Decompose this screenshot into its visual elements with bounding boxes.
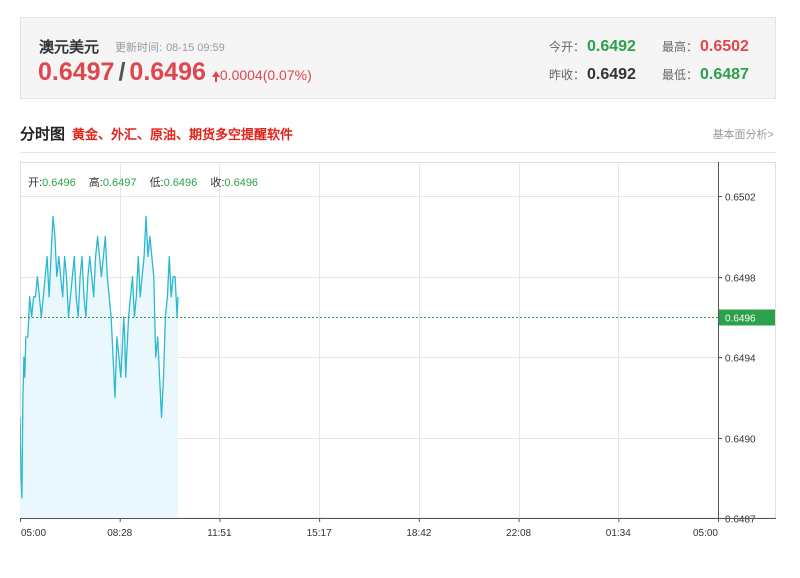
quote-panel: 澳元美元 更新时间: 08-15 09:59 0.6497/0.6496 0.000… <box>20 17 776 99</box>
y-tick-label: 0.6487 <box>725 515 756 526</box>
arrow-up-icon-stem <box>214 77 217 82</box>
update-time: 更新时间: 08-15 09:59 <box>115 39 225 55</box>
stat-open-value: 0.6492 <box>587 38 636 55</box>
ohlc-low-label: 低: <box>149 177 164 189</box>
ohlc-high: 高:0.6497 <box>89 177 137 189</box>
price-line: 0.6497/0.6496 0.0004(0.07%) <box>38 58 312 87</box>
stat-open: 今开： 0.6492 <box>549 38 636 56</box>
chart-svg: 0.6502 0.6498 0.6494 0.6490 0.6487 05:00 08:28… <box>20 162 776 539</box>
price-separator: / <box>118 58 126 86</box>
stat-high-label: 最高： <box>662 40 699 54</box>
ohlc-high-value: 0.6497 <box>102 177 137 189</box>
x-tick-label: 01:34 <box>606 528 631 539</box>
current-price-label: 0.6496 <box>725 314 756 325</box>
stat-prev-close-value: 0.6492 <box>587 66 636 83</box>
y-tick-label: 0.6494 <box>725 354 756 365</box>
x-tick-label: 08:28 <box>107 528 132 539</box>
ohlc-readout: 开:0.6496 高:0.6497 低:0.6496 收:0.6496 <box>28 174 268 190</box>
ohlc-low-value: 0.6496 <box>163 177 198 189</box>
stat-low: 最低： 0.6487 <box>662 66 749 84</box>
update-time-label: 更新时间: <box>115 42 163 54</box>
price-change: 0.0004(0.07%) <box>219 67 312 83</box>
stat-high-value: 0.6502 <box>700 38 749 55</box>
y-tick-label: 0.6498 <box>725 274 756 285</box>
x-tick-label: 05:00 <box>693 528 718 539</box>
ohlc-low: 低:0.6496 <box>150 177 198 189</box>
stat-low-label: 最低： <box>662 68 699 82</box>
y-tick-label: 0.6502 <box>725 193 756 204</box>
x-tick-label: 11:51 <box>207 528 232 539</box>
stat-low-value: 0.6487 <box>700 66 749 83</box>
ohlc-open: 开:0.6496 <box>28 177 76 189</box>
x-tick-label: 05:00 <box>21 528 46 539</box>
fundamental-analysis-link[interactable]: 基本面分析> <box>713 126 774 142</box>
section-title: 分时图 <box>20 126 66 143</box>
price-area <box>20 216 178 519</box>
x-tick-label: 15:17 <box>307 528 332 539</box>
intraday-chart: 0.6502 0.6498 0.6494 0.6490 0.6487 05:00 08:28… <box>20 162 776 552</box>
stat-high: 最高： 0.6502 <box>662 38 749 56</box>
ohlc-open-value: 0.6496 <box>42 177 76 189</box>
pair-name: 澳元美元 <box>39 39 100 56</box>
ohlc-close-label: 收: <box>210 177 225 189</box>
x-tick-label: 22:08 <box>506 528 531 539</box>
promo-link[interactable]: 黄金、外汇、原油、期货多空提醒软件 <box>72 124 293 143</box>
update-time-value: 08-15 09:59 <box>166 42 225 54</box>
stat-prev-close-label: 昨收： <box>549 68 586 82</box>
section-header: 分时图 黄金、外汇、原油、期货多空提醒软件 基本面分析> <box>20 122 776 153</box>
ohlc-close: 收:0.6496 <box>210 177 258 189</box>
stat-open-label: 今开： <box>549 40 586 54</box>
y-tick-label: 0.6490 <box>725 435 756 446</box>
ohlc-close-value: 0.6496 <box>224 177 259 189</box>
x-tick-label: 18:42 <box>406 528 431 539</box>
ask-price: 0.6496 <box>129 58 206 86</box>
ohlc-open-label: 开: <box>28 177 43 189</box>
stat-prev-close: 昨收： 0.6492 <box>549 66 636 84</box>
bid-price: 0.6497 <box>38 58 115 86</box>
ohlc-high-label: 高: <box>88 177 103 189</box>
